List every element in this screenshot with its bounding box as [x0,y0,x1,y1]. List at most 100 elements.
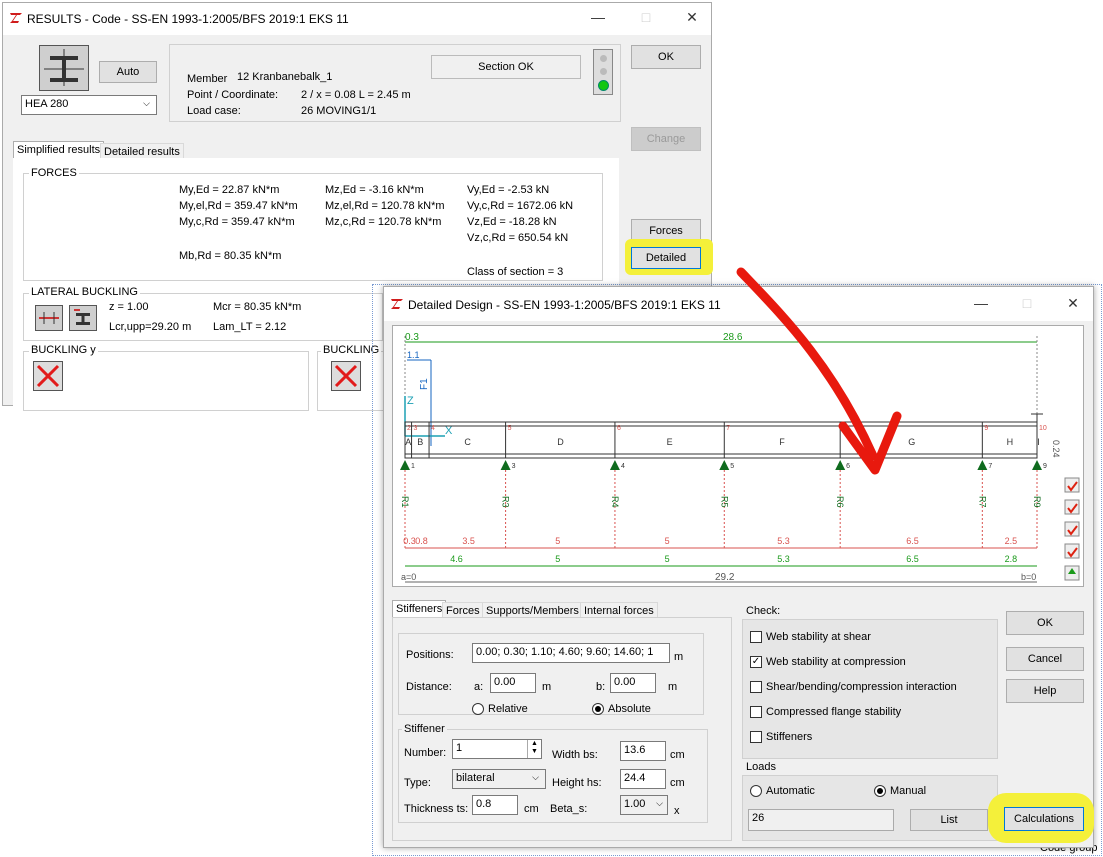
number-label: Number: [404,747,447,759]
beta-select[interactable]: 1.00 ⌵ [620,795,668,815]
manual-label: Manual [890,785,927,797]
axis-z-label: Z [407,395,414,407]
positions-input[interactable]: 0.00; 0.30; 1.10; 4.60; 9.60; 14.60; 1 [472,643,670,663]
minimize-button[interactable]: — [583,9,613,29]
stiffener-group-label: Stiffener [402,723,447,735]
stiffener-number: 9 [984,425,988,432]
dimension-row2: 5.3 [777,554,790,564]
ok-button[interactable]: OK [631,45,701,69]
app-logo-icon [391,299,403,309]
dim-offset-top: 0.3 [405,332,419,343]
height-label: Height hs: [552,777,602,789]
results-titlebar: RESULTS - Code - SS-EN 1993-1:2005/BFS 2… [3,3,711,35]
auto-button[interactable]: Auto [99,61,157,83]
force-mz-ed: Mz,Ed = -3.16 kN*m [325,184,424,196]
lateral-mcr: Mcr = 80.35 kN*m [213,301,302,313]
maximize-button[interactable]: □ [1012,295,1042,315]
lateral-section-button[interactable] [69,305,97,331]
checkbox[interactable]: ✓ [750,656,762,668]
list-button[interactable]: List [910,809,988,831]
support-icon [609,460,620,470]
dimension-row1: 5 [555,536,560,546]
buckling-z-fail-icon [331,361,361,391]
automatic-radio[interactable] [750,785,762,797]
support-icon [500,460,511,470]
a-value: 0.00 [494,676,516,688]
tab-forces[interactable]: Forces [442,602,484,618]
stiffener-number: 2 [407,425,411,432]
absolute-radio[interactable] [592,703,604,715]
detailed-button[interactable]: Detailed [631,247,701,269]
tab-internal-forces[interactable]: Internal forces [580,602,658,618]
lateral-support-button[interactable] [35,305,63,331]
b-label: b: [596,681,606,693]
thickness-input[interactable]: 0.8 [472,795,518,815]
section-status-box: Section OK [431,55,581,79]
maximize-button[interactable]: □ [631,9,661,29]
beam-height: 0.24 [1051,440,1061,458]
load-label: F1 [419,378,430,390]
loads-input[interactable]: 26 [748,809,894,831]
b-value: 0.00 [614,676,636,688]
force-vz-ed: Vz,Ed = -18.28 kN [467,216,557,228]
checkbox[interactable] [750,731,762,743]
section-select[interactable]: HEA 280 ⌵ [21,95,157,115]
lateral-lam: Lam_LT = 2.12 [213,321,287,333]
red-arrow-annotation [736,267,902,475]
loadcase-value: 26 MOVING1/1 [301,105,377,117]
beta-label: Beta_s: [550,803,588,815]
segment-label: C [464,437,471,447]
dimension-row1: 0.8 [415,536,428,546]
section-profile-button[interactable] [39,45,89,91]
thickness-label: Thickness ts: [404,803,469,815]
checkbox[interactable] [750,631,762,643]
beta-value: 1.00 [624,798,646,810]
segment-label: E [667,437,673,447]
close-button[interactable]: ✕ [1058,295,1088,315]
height-input[interactable]: 24.4 [620,769,666,789]
loads-label: Loads [746,761,776,773]
tab-stiffeners[interactable]: Stiffeners [392,600,447,618]
tab-supports-members[interactable]: Supports/Members [482,602,583,618]
a-equals-label: a=0 [401,572,416,582]
force-vy-c-rd: Vy,c,Rd = 1672.06 kN [467,200,574,212]
dimension-row1: 6.5 [906,536,919,546]
positions-unit: m [674,651,684,663]
tab-detailed-results[interactable]: Detailed results [100,143,184,159]
height-unit: cm [670,777,685,789]
support-label: R5 [719,496,729,508]
total-length-label: 29.2 [715,572,735,583]
diagram-tool-icons[interactable] [1064,477,1080,581]
close-button[interactable]: ✕ [677,9,707,29]
number-stepper[interactable]: 1 ▲ ▼ [452,739,542,759]
support-label: R1 [400,496,410,508]
section-status-text: Section OK [478,61,534,73]
ok-button[interactable]: OK [1006,611,1084,635]
dimension-row1: 5.3 [777,536,790,546]
change-button[interactable]: Change [631,127,701,151]
calculations-button[interactable]: Calculations [1004,807,1084,831]
help-button[interactable]: Help [1006,679,1084,703]
type-select[interactable]: bilateral ⌵ [452,769,546,789]
width-input[interactable]: 13.6 [620,741,666,761]
stiffener-number: 5 [508,425,512,432]
b-input[interactable]: 0.00 [610,673,656,693]
dimension-row1: 2.5 [1005,536,1018,546]
checkbox[interactable] [750,681,762,693]
manual-radio[interactable] [874,785,886,797]
relative-radio[interactable] [472,703,484,715]
support-label: R9 [1032,496,1042,508]
dimension-row2: 6.5 [906,554,919,564]
cancel-button[interactable]: Cancel [1006,647,1084,671]
support-number: 3 [512,463,516,470]
tab-simplified-results[interactable]: Simplified results [13,141,105,159]
type-label: Type: [404,777,431,789]
checkbox[interactable] [750,706,762,718]
checkbox-label: Stiffeners [766,731,813,743]
stepper-arrows-icon[interactable]: ▲ ▼ [527,740,541,758]
minimize-button[interactable]: — [966,295,996,315]
a-input[interactable]: 0.00 [490,673,536,693]
thickness-unit: cm [524,803,539,815]
support-number: 7 [988,463,992,470]
point-value: 2 / x = 0.08 L = 2.45 m [301,89,411,101]
